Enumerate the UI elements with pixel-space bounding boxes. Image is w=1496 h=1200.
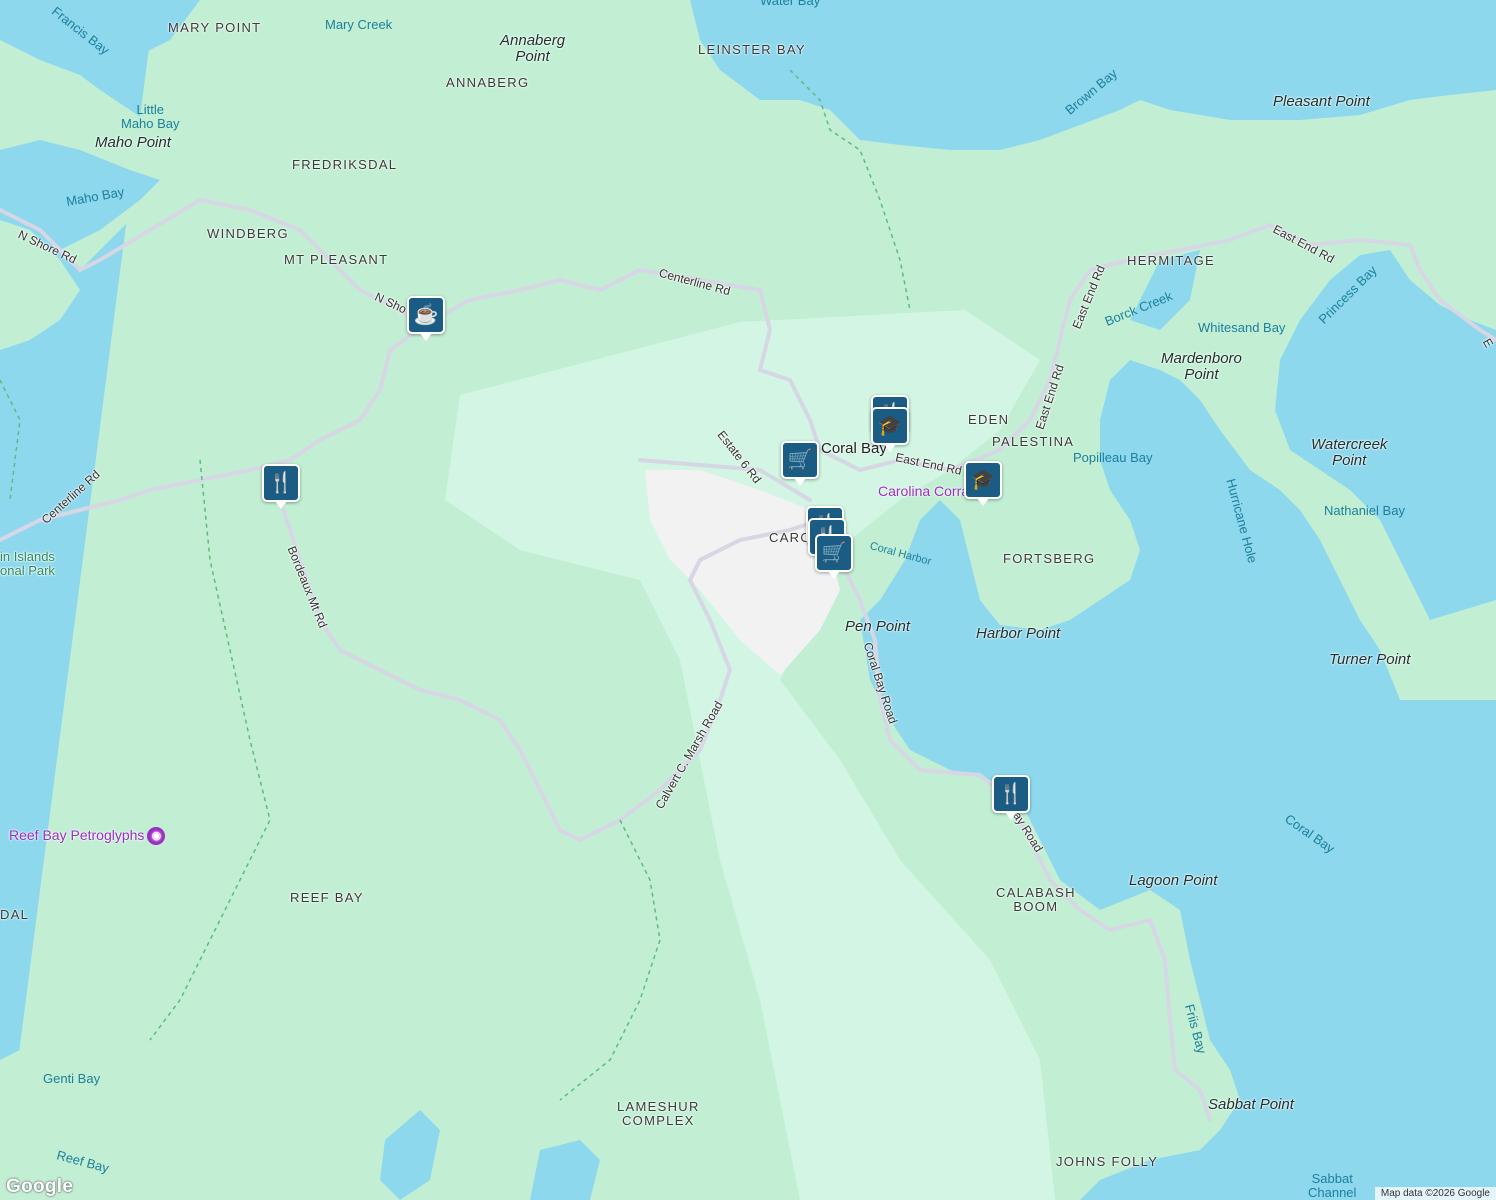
map-canvas[interactable]: MARY POINT LEINSTER BAY ANNABERG FREDRIK… <box>0 0 1496 1200</box>
google-logo: Google <box>6 1176 74 1197</box>
school-icon[interactable]: 🎓 <box>871 407 909 452</box>
shopping-cart-icon[interactable]: 🛒 <box>815 534 853 579</box>
cafe-icon[interactable]: ☕ <box>407 296 445 341</box>
shopping-cart-icon[interactable]: 🛒 <box>781 441 819 486</box>
restaurant-icon[interactable]: 🍴 <box>262 464 300 509</box>
map-base-layer <box>0 0 1496 1200</box>
school-icon[interactable]: 🎓 <box>964 461 1002 506</box>
map-attribution[interactable]: Map data ©2026 Google <box>1374 1187 1496 1200</box>
restaurant-icon[interactable]: 🍴 <box>992 775 1030 820</box>
